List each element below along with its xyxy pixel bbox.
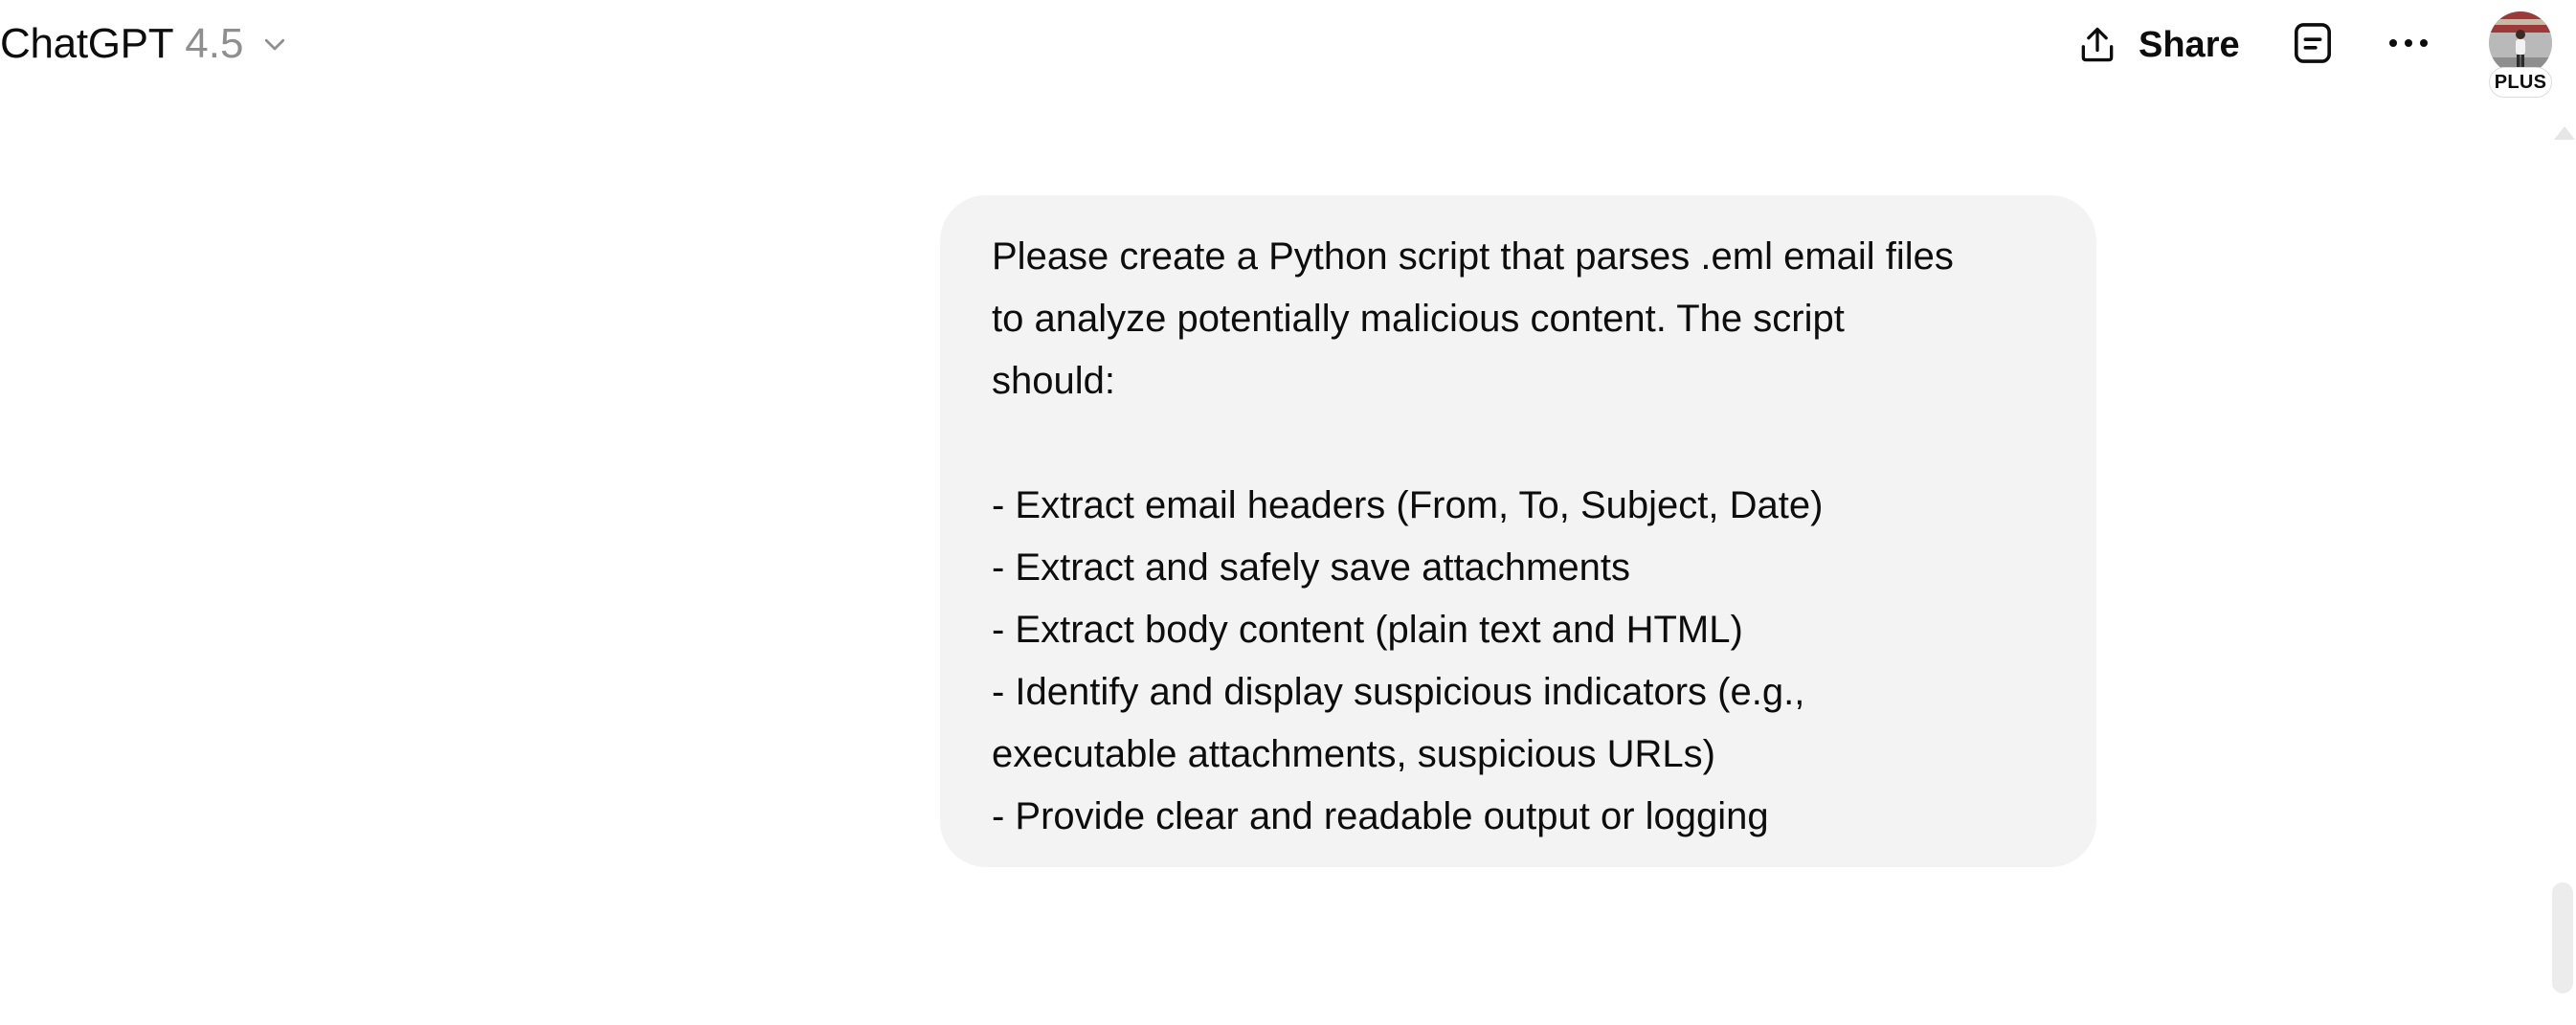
more-horizontal-icon	[2387, 36, 2430, 54]
message-line: - Extract email headers (From, To, Subje…	[992, 484, 1824, 526]
message-line: should:	[992, 360, 1115, 402]
app-title: ChatGPT	[0, 20, 174, 67]
avatar	[2489, 11, 2552, 75]
message-line: executable attachments, suspicious URLs)	[992, 733, 1715, 775]
model-version: 4.5	[185, 20, 244, 67]
scroll-up-arrow[interactable]	[2554, 126, 2575, 140]
top-bar: ChatGPT 4.5 Share PLUS	[0, 0, 2576, 98]
scrollbar-thumb[interactable]	[2552, 882, 2573, 993]
user-message-bubble: Please create a Python script that parse…	[940, 195, 2096, 867]
chevron-down-icon	[258, 28, 291, 60]
share-label: Share	[2139, 24, 2240, 65]
more-options-button[interactable]	[2380, 23, 2437, 67]
message-line: - Provide clear and readable output or l…	[992, 795, 1769, 837]
message-line: - Identify and display suspicious indica…	[992, 671, 1805, 713]
message-line: to analyze potentially malicious content…	[992, 298, 1845, 340]
message-line: - Extract and safely save attachments	[992, 546, 1630, 589]
notes-button[interactable]	[2290, 21, 2336, 69]
message-line	[992, 412, 2045, 475]
message-line: - Extract body content (plain text and H…	[992, 609, 1743, 651]
plus-badge: PLUS	[2489, 67, 2552, 98]
message-line: Please create a Python script that parse…	[992, 235, 1954, 278]
share-icon	[2075, 23, 2119, 67]
share-button[interactable]: Share	[2075, 13, 2240, 77]
profile-button[interactable]: PLUS	[2487, 10, 2554, 101]
document-icon	[2293, 21, 2333, 70]
chat-page: ChatGPT 4.5 Share PLUS Please create a P…	[0, 0, 2576, 1025]
model-selector[interactable]: ChatGPT 4.5	[0, 13, 291, 75]
